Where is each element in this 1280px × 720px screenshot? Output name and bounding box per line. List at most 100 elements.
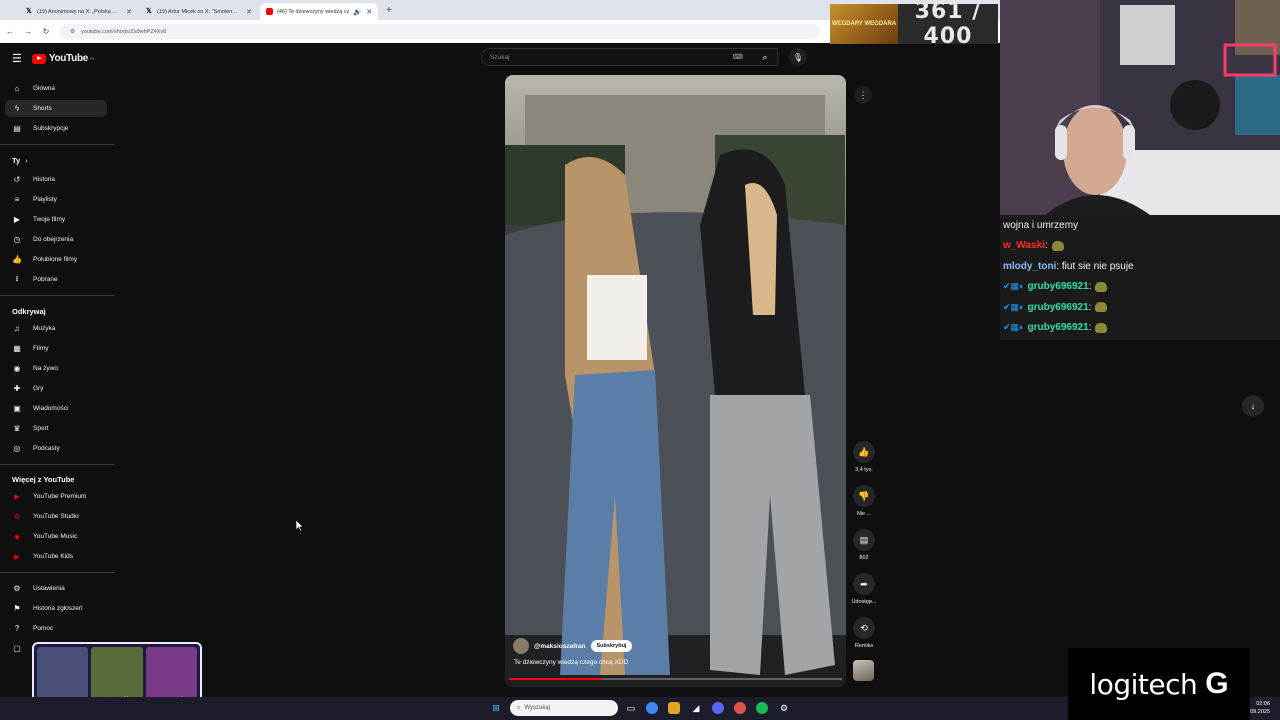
sidebar-item-history[interactable]: ↺ Historia: [5, 171, 107, 188]
short-caption[interactable]: Te dziewczyny wiedzą czego chcą XDD: [514, 659, 628, 666]
remix-label: Remiks: [854, 643, 874, 649]
sidebar-item-playlists[interactable]: ≡ Playlisty: [5, 191, 107, 208]
spotify-icon[interactable]: [756, 702, 768, 714]
close-icon[interactable]: ✕: [126, 8, 132, 16]
back-arrow-icon[interactable]: ←: [6, 27, 14, 36]
sidebar-item-kids[interactable]: ▶ YouTube Kids: [5, 548, 107, 565]
chat-username[interactable]: gruby696921: [1027, 322, 1088, 333]
sidebar-item-downloads[interactable]: ⭳ Pobrane: [5, 271, 107, 288]
message-text: :: [1044, 240, 1048, 252]
task-view-icon[interactable]: ▭: [625, 702, 637, 714]
clock-time: 02:06: [1256, 701, 1270, 707]
sidebar-item-report-history[interactable]: ⚑ Historia zgłoszeń: [5, 600, 107, 617]
like-button[interactable]: 👍: [853, 441, 875, 463]
forward-arrow-icon[interactable]: →: [24, 27, 32, 36]
region-code: PL: [90, 56, 95, 61]
reload-icon[interactable]: ↻: [42, 27, 50, 36]
discord-icon[interactable]: [712, 702, 724, 714]
history-icon: ↺: [13, 175, 21, 184]
trophy-icon: ♛: [13, 424, 21, 433]
mouse-cursor-icon: [296, 520, 304, 532]
sidebar-item-label: Subskrypcje: [33, 125, 69, 132]
menu-icon[interactable]: ☰: [12, 52, 22, 65]
remix-button[interactable]: ⟲: [853, 617, 875, 639]
dislike-button[interactable]: 👎: [853, 485, 875, 507]
podcast-icon: ◎: [13, 444, 21, 453]
channel-avatar[interactable]: [513, 638, 529, 654]
sidebar-item-label: Ustawienia: [33, 585, 65, 592]
new-tab-button[interactable]: +: [386, 5, 392, 16]
share-label: Udostęp...: [851, 599, 877, 605]
sidebar-item-podcasts[interactable]: ◎ Podcasty: [5, 440, 107, 457]
shorts-video-player[interactable]: [505, 75, 846, 687]
search-input[interactable]: Szukaj ⌨: [481, 48, 778, 66]
youtube-studio-icon: ⚙: [13, 513, 21, 521]
close-icon[interactable]: ✕: [366, 8, 372, 16]
heading-text: Ty: [12, 156, 21, 165]
sidebar-item-films[interactable]: ▦ Filmy: [5, 340, 107, 357]
next-short-button[interactable]: ↓: [1242, 395, 1264, 417]
chrome-icon[interactable]: [646, 702, 658, 714]
browser-tab[interactable]: 𝕏 (19) Anonimowy na X: „Polska ... ✕: [20, 3, 138, 20]
sidebar-item-liked[interactable]: 👍 Polubione filmy: [5, 251, 107, 268]
sidebar-item-music-app[interactable]: ◉ YouTube Music: [5, 528, 107, 545]
more-options-button[interactable]: ⋮: [854, 86, 872, 104]
app-icon[interactable]: [734, 702, 746, 714]
sidebar-item-studio[interactable]: ⚙ YouTube Studio: [5, 508, 107, 525]
video-progress-bar[interactable]: [509, 678, 842, 680]
taskbar-clock[interactable]: 02:06 09.2025: [1250, 700, 1270, 716]
keyboard-icon[interactable]: ⌨: [733, 53, 743, 61]
browser-tab-active[interactable]: (46) Te dziewczyny wiedzą cz... 🔊 ✕: [260, 3, 378, 20]
youtube-icon: [266, 8, 273, 15]
site-info-icon[interactable]: ⚙: [70, 29, 75, 35]
youtube-logo[interactable]: YouTube PL: [31, 53, 95, 64]
sidebar-item-your-videos[interactable]: ▶ Twoje filmy: [5, 211, 107, 228]
voice-search-button[interactable]: 🎙: [789, 48, 807, 66]
sidebar-item-label: YouTube Studio: [33, 513, 79, 520]
share-button[interactable]: ➦: [853, 573, 875, 595]
chat-username[interactable]: gruby696921: [1027, 281, 1088, 292]
sidebar-heading-you[interactable]: Ty ›: [12, 156, 28, 165]
channel-name[interactable]: @maksioszafran: [534, 643, 586, 650]
windows-start-icon[interactable]: ⊞: [490, 702, 502, 714]
sidebar-item-live[interactable]: ◉ Na żywo: [5, 360, 107, 377]
close-icon[interactable]: ✕: [246, 8, 252, 16]
speaker-icon[interactable]: 🔊: [353, 8, 362, 16]
url-field[interactable]: ⚙ youtube.com/shorts/Zs0whPZ4Xv8: [60, 24, 820, 39]
sidebar-heading-explore: Odkrywaj: [12, 307, 46, 316]
sound-thumbnail[interactable]: [853, 660, 874, 681]
sidebar-item-help[interactable]: ? Pomoc: [5, 620, 107, 637]
message-text: :: [1088, 322, 1092, 334]
terminal-icon[interactable]: ◢: [690, 702, 702, 714]
sidebar-item-subscriptions[interactable]: ▤ Subskrypcje: [5, 120, 107, 137]
sidebar-item-home[interactable]: ⌂ Główna: [5, 80, 107, 97]
logo-text: YouTube: [48, 53, 89, 64]
subscribe-button[interactable]: Subskrybuj: [590, 640, 633, 652]
comments-button[interactable]: ▤: [853, 529, 875, 551]
search-button[interactable]: ⌕: [752, 48, 778, 66]
taskbar-search[interactable]: ⌕ Wyszukaj: [510, 700, 618, 716]
sidebar-item-settings[interactable]: ⚙ Ustawienia: [5, 580, 107, 597]
screen: 𝕏 (19) Anonimowy na X: „Polska ... ✕ 𝕏 (…: [0, 0, 1280, 720]
sidebar-item-shorts[interactable]: ϟ Shorts: [5, 100, 107, 117]
chat-username[interactable]: gruby696921: [1027, 302, 1088, 313]
sidebar-item-gaming[interactable]: ✚ Gry: [5, 380, 107, 397]
folder-icon[interactable]: [668, 702, 680, 714]
flag-icon: ⚑: [13, 604, 21, 613]
taskbar-search-placeholder: Wyszukaj: [524, 705, 550, 711]
steam-icon[interactable]: ⚙: [778, 702, 790, 714]
sidebar-item-watch-later[interactable]: ◷ Do obejrzenia: [5, 231, 107, 248]
emote-icon: [1095, 281, 1108, 292]
sidebar-item-sport[interactable]: ♛ Sport: [5, 420, 107, 437]
chat-username[interactable]: w_Waski: [1003, 240, 1045, 251]
sidebar-item-music[interactable]: ♫ Muzyka: [5, 320, 107, 337]
like-action: 👍 3,4 tys.: [848, 441, 880, 473]
microphone-icon: 🎙: [792, 52, 804, 62]
sidebar-item-news[interactable]: ▣ Wiadomości: [5, 400, 107, 417]
chat-username[interactable]: mlody_toni: [1003, 261, 1056, 272]
dislike-action: 👎 Nie ...: [848, 485, 880, 517]
sidebar-item-label: Historia: [33, 176, 56, 183]
browser-tab[interactable]: 𝕏 (19) Artur Micek on X: "Smolen... ✕: [140, 3, 258, 20]
logitech-g-icon: G: [1205, 667, 1229, 700]
sidebar-item-premium[interactable]: ▶ YouTube Premium: [5, 488, 107, 505]
